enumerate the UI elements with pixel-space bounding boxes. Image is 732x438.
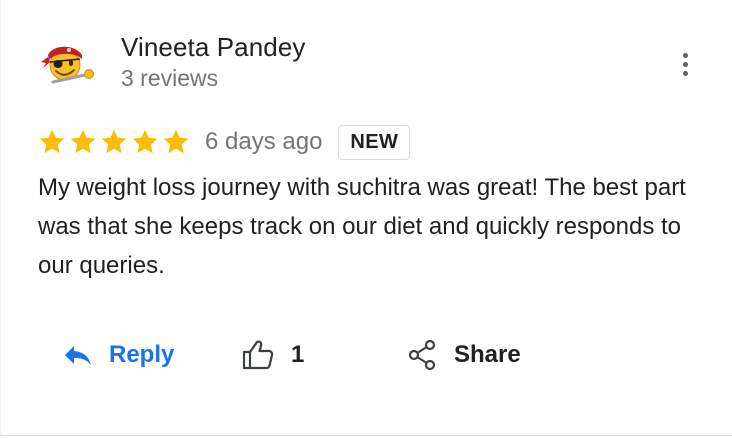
reply-arrow-icon bbox=[65, 346, 91, 365]
reply-button[interactable]: Reply bbox=[63, 330, 174, 380]
share-label: Share bbox=[454, 341, 521, 368]
star-icon bbox=[161, 127, 191, 157]
new-badge: NEW bbox=[338, 124, 411, 160]
like-count: 1 bbox=[291, 341, 305, 368]
star-icon bbox=[99, 127, 129, 157]
more-vert-icon bbox=[682, 52, 688, 58]
star-icon bbox=[37, 127, 67, 157]
like-button[interactable]: 1 bbox=[241, 330, 304, 380]
reply-label: Reply bbox=[109, 341, 175, 368]
review-actions: Reply 1 Share bbox=[1, 330, 732, 380]
review-text: My weight loss journey with suchitra was… bbox=[38, 174, 686, 279]
share-icon bbox=[408, 339, 436, 371]
pirate-emoji-avatar-icon[interactable] bbox=[39, 38, 97, 86]
review-timestamp: 6 days ago bbox=[205, 128, 323, 155]
author-review-count[interactable]: 3 reviews bbox=[121, 65, 218, 92]
more-options-button[interactable] bbox=[669, 46, 701, 82]
share-button[interactable]: Share bbox=[407, 330, 521, 380]
star-rating bbox=[37, 127, 191, 157]
review-card: Vineeta Pandey 3 reviews 6 days ago NEW … bbox=[0, 0, 732, 436]
author-name[interactable]: Vineeta Pandey bbox=[121, 32, 306, 63]
thumbs-up-icon bbox=[242, 340, 274, 370]
star-icon bbox=[130, 127, 160, 157]
star-icon bbox=[68, 127, 98, 157]
rating-row: 6 days ago NEW bbox=[37, 122, 411, 162]
